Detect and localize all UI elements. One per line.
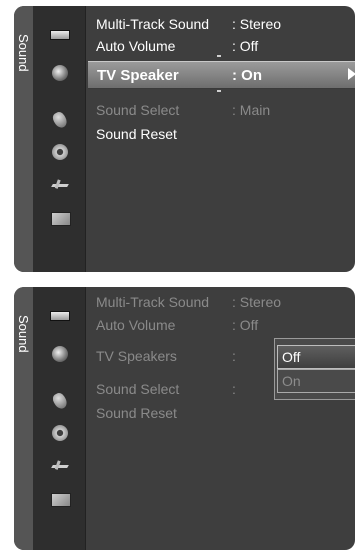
arrow-right-icon xyxy=(348,68,355,80)
dropdown-option-on[interactable]: On xyxy=(277,369,355,393)
menu-item-value: : Off xyxy=(232,317,259,333)
application-icon[interactable] xyxy=(51,212,71,226)
scroll-down-icon xyxy=(217,90,221,92)
category-sidebar: Sound xyxy=(14,6,33,272)
sound-menu-panel-1: Sound Multi-Track Sound : Stereo Auto Vo… xyxy=(14,6,355,272)
menu-item-label: Multi-Track Sound xyxy=(96,16,210,32)
category-sidebar: Sound xyxy=(14,287,33,550)
category-icon-column xyxy=(33,287,85,550)
application-icon[interactable] xyxy=(51,493,71,507)
menu-item-value: : Stereo xyxy=(232,294,282,310)
sound-icon[interactable] xyxy=(52,65,68,81)
menu-item-label: Auto Volume xyxy=(96,38,176,54)
category-icon-column xyxy=(33,6,85,272)
input-icon[interactable] xyxy=(52,462,70,472)
picture-icon[interactable] xyxy=(50,30,70,40)
menu-item-label: Sound Select xyxy=(96,102,180,118)
menu-item-label: Multi-Track Sound xyxy=(96,294,210,310)
sound-icon[interactable] xyxy=(52,346,68,362)
menu-item-value: : Stereo xyxy=(232,16,282,32)
menu-item-value: : Main xyxy=(232,102,271,118)
dropdown-option-off[interactable]: Off xyxy=(277,345,355,369)
menu-item-label: Sound Reset xyxy=(96,405,177,421)
input-icon[interactable] xyxy=(52,181,70,191)
menu-item-label: Sound Select xyxy=(96,381,180,397)
scroll-up-icon xyxy=(217,55,221,57)
menu-item-tv-speaker[interactable]: TV Speaker : On xyxy=(88,61,355,89)
picture-icon[interactable] xyxy=(50,311,70,321)
setup-icon[interactable] xyxy=(52,425,68,441)
menu-item-label: Auto Volume xyxy=(96,317,176,333)
column-divider xyxy=(85,6,86,272)
sound-menu-panel-2: Sound Multi-Track Sound : Stereo Auto Vo… xyxy=(14,287,355,550)
dropdown-option-label: Off xyxy=(282,349,301,365)
tv-speakers-dropdown[interactable]: Off On xyxy=(274,338,355,400)
category-label: Sound xyxy=(16,34,31,72)
menu-item-value: : xyxy=(232,381,236,397)
setup-icon[interactable] xyxy=(52,144,68,160)
category-label: Sound xyxy=(16,315,31,353)
menu-item-label: Sound Reset xyxy=(96,126,177,142)
dropdown-option-label: On xyxy=(282,373,301,389)
menu-item-value: : On xyxy=(232,67,262,84)
menu-item-label: TV Speaker xyxy=(97,67,179,84)
menu-item-value: : xyxy=(232,348,236,364)
menu-item-value: : Off xyxy=(232,38,259,54)
column-divider xyxy=(85,287,86,550)
menu-item-label: TV Speakers xyxy=(96,348,177,364)
